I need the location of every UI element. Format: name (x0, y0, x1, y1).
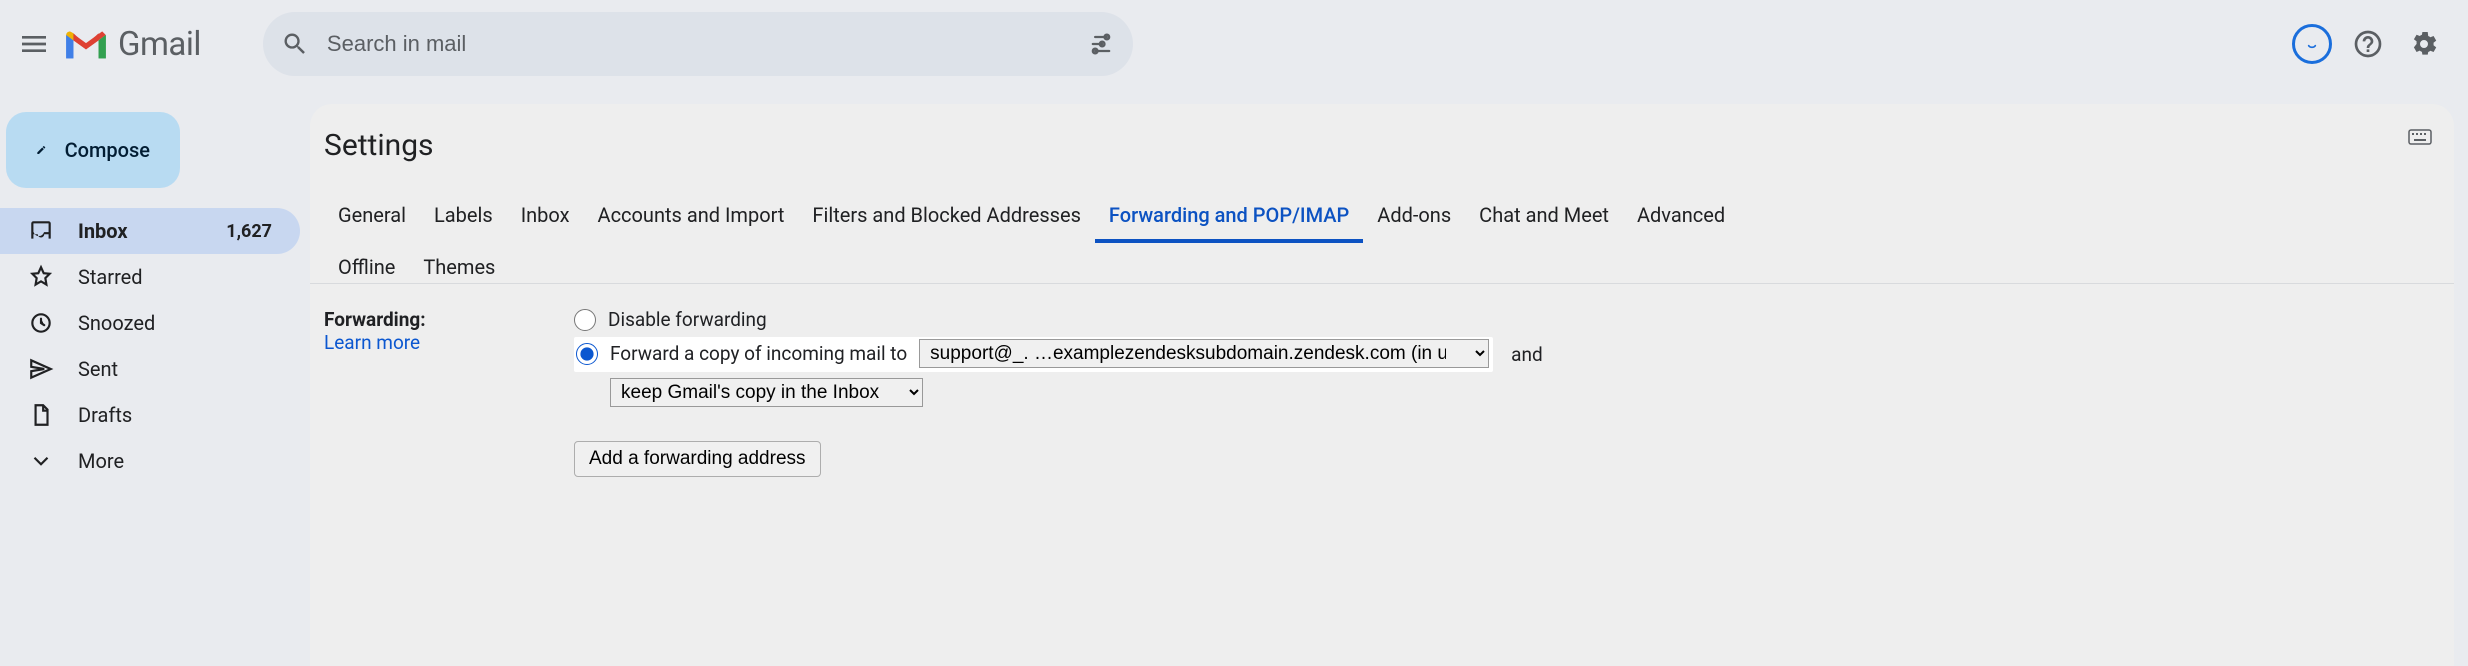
chevron-down-icon (28, 448, 54, 474)
and-word: and (1511, 343, 1543, 366)
tab-themes[interactable]: Themes (409, 243, 509, 283)
tab-addons[interactable]: Add-ons (1363, 191, 1465, 243)
inbox-icon (28, 218, 54, 244)
settings-panel: Settings General Labels Inbox Accounts a… (310, 104, 2454, 666)
sidebar-item-label: Inbox (78, 219, 128, 243)
search-input[interactable] (327, 31, 1087, 57)
add-forwarding-address-button[interactable]: Add a forwarding address (574, 441, 821, 477)
tab-forwarding-pop-imap[interactable]: Forwarding and POP/IMAP (1095, 191, 1363, 243)
status-ring-icon (2292, 24, 2332, 64)
send-icon (28, 356, 54, 382)
star-icon (28, 264, 54, 290)
tab-general[interactable]: General (324, 191, 420, 243)
sidebar-item-snoozed[interactable]: Snoozed (0, 300, 300, 346)
tab-advanced[interactable]: Advanced (1623, 191, 1739, 243)
sidebar-item-sent[interactable]: Sent (0, 346, 300, 392)
gear-icon (2408, 28, 2440, 60)
sidebar-item-label: Snoozed (78, 311, 155, 335)
search-options-icon[interactable] (1087, 30, 1115, 58)
forward-copy-radio[interactable] (576, 343, 598, 365)
hamburger-icon (18, 28, 50, 60)
learn-more-link[interactable]: Learn more (324, 331, 420, 354)
tab-offline[interactable]: Offline (324, 243, 409, 283)
forward-copy-label: Forward a copy of incoming mail to (610, 342, 907, 365)
sidebar-item-drafts[interactable]: Drafts (0, 392, 300, 438)
file-icon (28, 402, 54, 428)
disable-forwarding-radio[interactable] (574, 309, 596, 331)
help-icon (2352, 28, 2384, 60)
disable-forwarding-row: Disable forwarding (574, 308, 2440, 331)
clock-icon (28, 310, 54, 336)
compose-label: Compose (65, 138, 150, 162)
settings-tabs: General Labels Inbox Accounts and Import… (310, 191, 2454, 284)
inbox-count: 1,627 (226, 221, 272, 242)
main-menu-button[interactable] (10, 20, 58, 68)
sidebar-item-label: Drafts (78, 403, 132, 427)
tab-filters[interactable]: Filters and Blocked Addresses (798, 191, 1095, 243)
page-title: Settings (310, 124, 2454, 191)
sidebar-item-label: Sent (78, 357, 118, 381)
sidebar-item-more[interactable]: More (0, 438, 300, 484)
sidebar-item-inbox[interactable]: Inbox 1,627 (0, 208, 300, 254)
sidebar: Compose Inbox 1,627 Starred Snoozed Sent… (0, 112, 300, 484)
support-button[interactable] (2344, 20, 2392, 68)
gmail-m-icon (62, 26, 110, 62)
settings-button[interactable] (2400, 20, 2448, 68)
compose-button[interactable]: Compose (6, 112, 180, 188)
forwarding-section-label: Forwarding: Learn more (324, 308, 574, 477)
sidebar-item-label: Starred (78, 265, 143, 289)
tab-inbox[interactable]: Inbox (507, 191, 584, 243)
keyboard-icon[interactable] (2408, 128, 2432, 146)
sidebar-item-label: More (78, 449, 124, 473)
sidebar-item-starred[interactable]: Starred (0, 254, 300, 300)
search-icon (281, 30, 309, 58)
forwarding-address-select[interactable]: support@_. …examplezendesksubdomain.zend… (919, 339, 1489, 368)
forwarding-heading: Forwarding: (324, 308, 426, 331)
status-button[interactable] (2288, 20, 2336, 68)
forward-copy-row: Forward a copy of incoming mail to suppo… (574, 337, 2440, 372)
disable-forwarding-label: Disable forwarding (608, 308, 767, 331)
keep-copy-select[interactable]: keep Gmail's copy in the Inbox (610, 378, 923, 407)
tab-labels[interactable]: Labels (420, 191, 507, 243)
brand-text: Gmail (118, 25, 201, 64)
gmail-logo[interactable]: Gmail (62, 25, 201, 64)
tab-accounts-import[interactable]: Accounts and Import (584, 191, 799, 243)
pencil-icon (36, 136, 47, 164)
search-bar[interactable] (263, 12, 1133, 76)
tab-chat-meet[interactable]: Chat and Meet (1465, 191, 1623, 243)
